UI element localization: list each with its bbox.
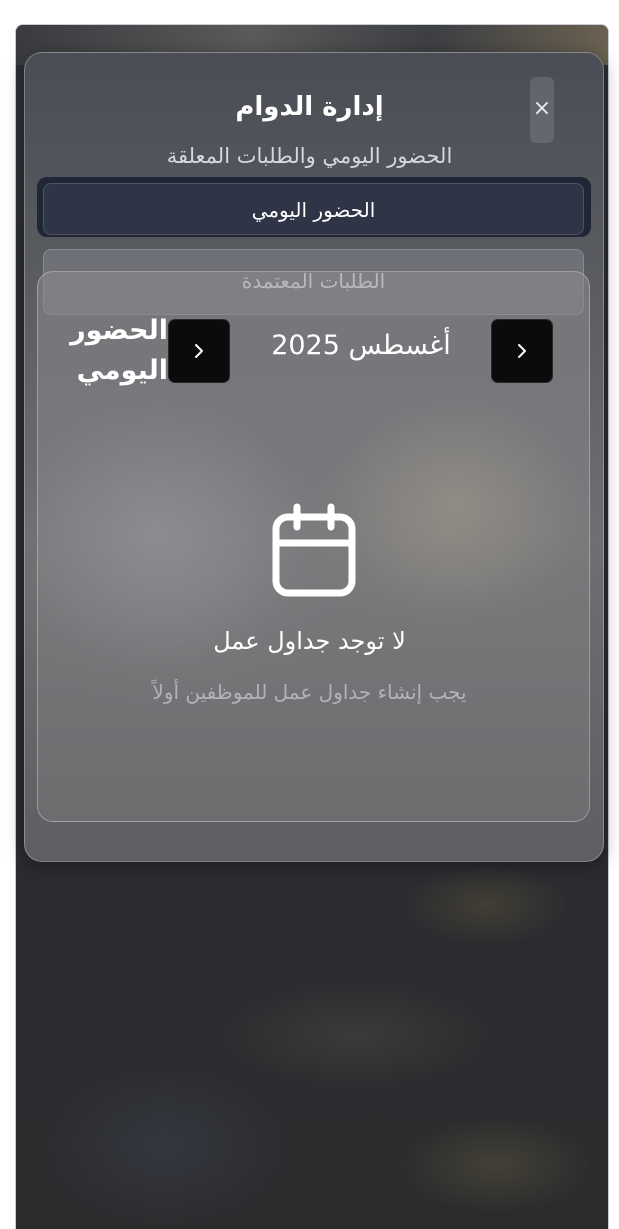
calendar-icon xyxy=(272,503,356,597)
modal-title: إدارة الدوام xyxy=(235,92,384,122)
close-icon: × xyxy=(532,96,552,121)
prev-month-button[interactable] xyxy=(168,319,230,383)
chevron-right-icon xyxy=(518,344,526,358)
tab-daily-attendance[interactable]: الحضور اليومي xyxy=(43,183,584,235)
modal-subtitle: الحضور اليومي والطلبات المعلقة xyxy=(166,144,453,168)
current-month: أغسطس 2025 xyxy=(271,330,451,361)
next-month-button[interactable] xyxy=(491,319,553,383)
close-button[interactable]: × xyxy=(530,77,554,143)
chevron-right-icon xyxy=(195,344,203,358)
empty-state-hint: يجب إنشاء جداول عمل للموظفين أولاً xyxy=(152,680,467,704)
section-title: الحضور اليومي xyxy=(70,315,168,386)
empty-state-title: لا توجد جداول عمل xyxy=(213,627,406,655)
